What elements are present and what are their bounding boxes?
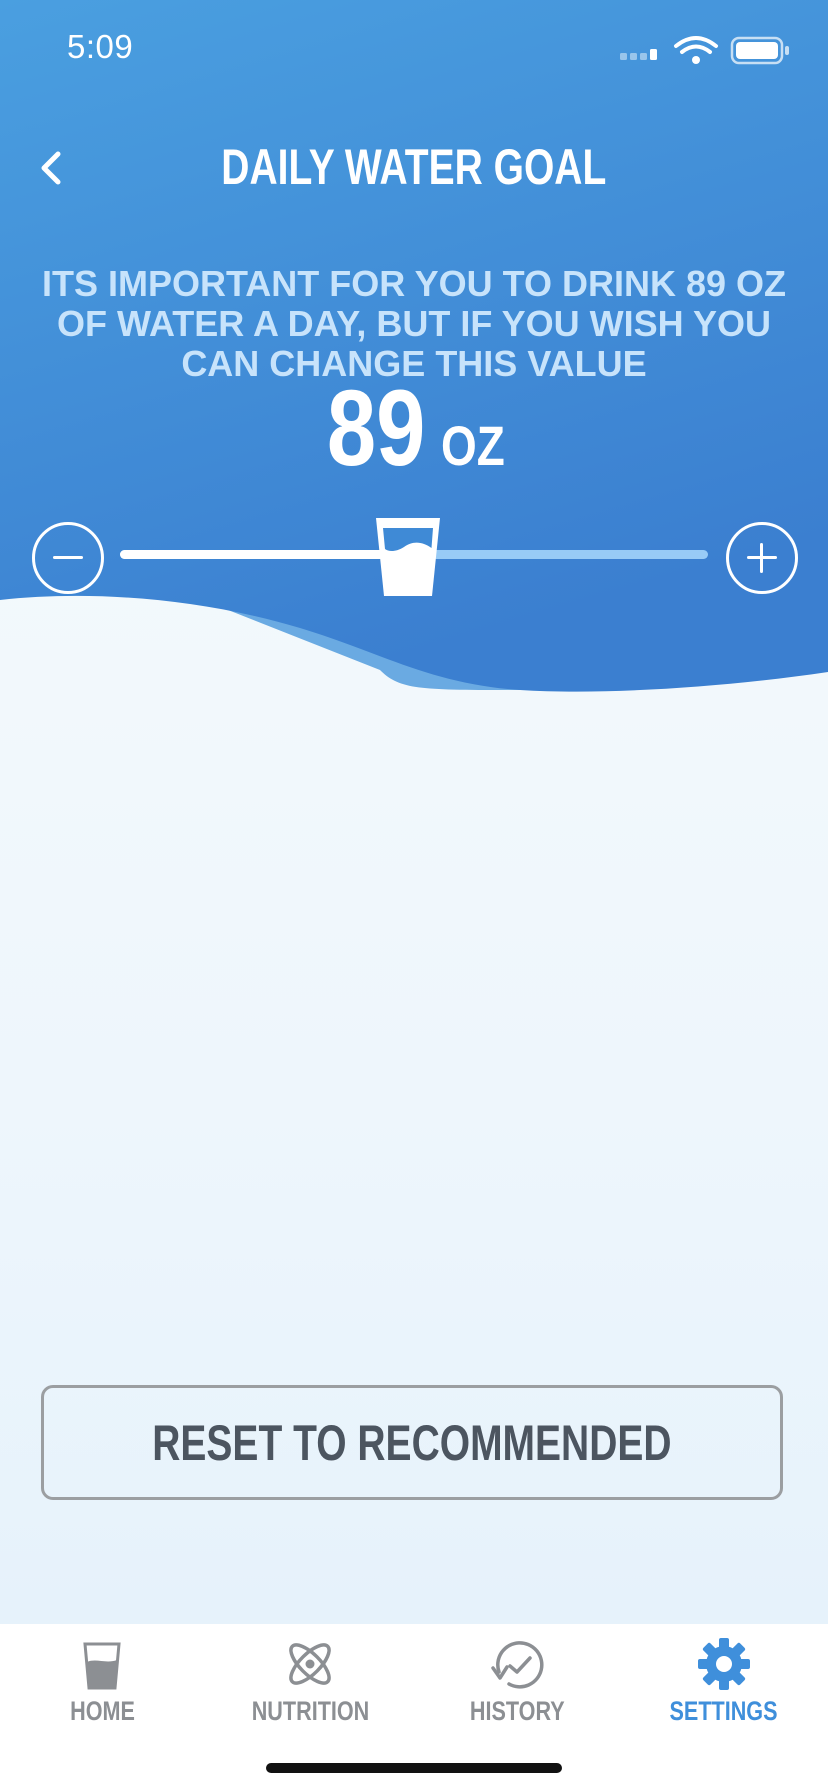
status-time: 5:09 <box>67 28 134 65</box>
signal-icon <box>620 53 647 60</box>
tab-nutrition[interactable]: NUTRITION <box>220 1636 400 1746</box>
status-icons <box>620 36 789 65</box>
history-icon <box>491 1641 544 1689</box>
tab-history[interactable]: HISTORY <box>427 1636 607 1746</box>
tab-history-label: HISTORY <box>469 1696 565 1726</box>
glass-slider-thumb-icon[interactable] <box>372 514 444 600</box>
increase-button[interactable] <box>726 522 798 594</box>
home-indicator <box>266 1763 562 1773</box>
page-title-text: DAILY WATER GOAL <box>221 139 607 195</box>
decrease-button[interactable] <box>32 522 104 594</box>
battery-icon <box>730 36 789 65</box>
reset-button-label: RESET TO RECOMMENDED <box>152 1414 672 1471</box>
gear-icon <box>698 1638 750 1690</box>
page-title: DAILY WATER GOAL <box>0 138 828 196</box>
tab-nutrition-label: NUTRITION <box>251 1696 369 1726</box>
goal-unit: OZ <box>441 414 506 477</box>
screen: 5:09 DAILY WATER GOAL ITS IMPORTANT FOR … <box>0 0 828 1792</box>
signal-icon-bar <box>650 49 657 60</box>
reset-to-recommended-button[interactable]: RESET TO RECOMMENDED <box>41 1385 783 1500</box>
goal-value: 89 <box>326 367 426 488</box>
slider-fill <box>120 550 408 559</box>
goal-slider[interactable] <box>120 518 708 596</box>
tab-settings-label: SETTINGS <box>669 1696 778 1726</box>
tab-home[interactable]: HOME <box>12 1636 192 1746</box>
tab-settings[interactable]: SETTINGS <box>634 1636 814 1746</box>
atom-icon <box>289 1643 331 1685</box>
wifi-icon <box>674 36 718 54</box>
tab-home-label: HOME <box>69 1696 135 1726</box>
glass-icon <box>83 1642 121 1690</box>
goal-value-display: 89 OZ <box>0 365 828 490</box>
